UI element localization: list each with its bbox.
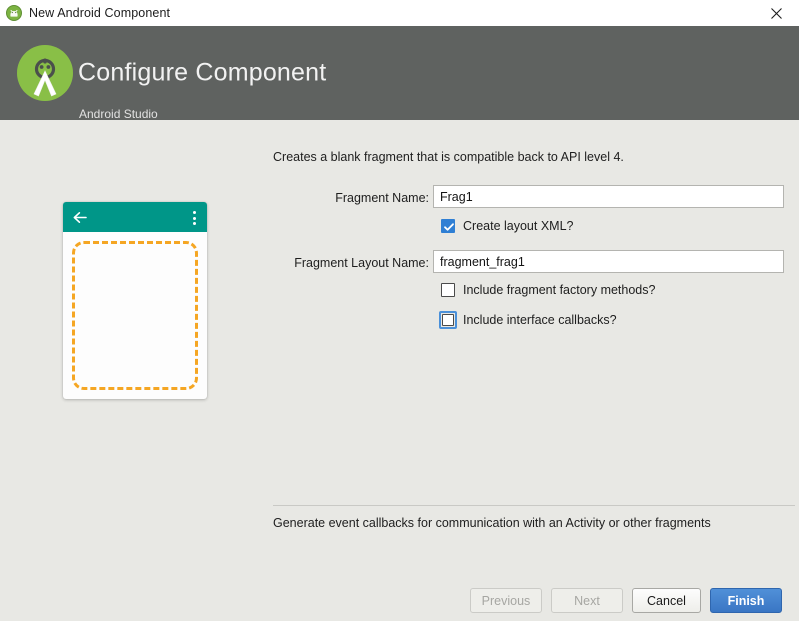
window-title: New Android Component <box>29 6 171 20</box>
close-button[interactable] <box>753 0 799 26</box>
include-factory-methods-label: Include fragment factory methods? <box>463 283 656 297</box>
window-title-bar: New Android Component <box>0 0 799 27</box>
android-studio-logo-icon <box>12 40 78 106</box>
include-interface-callbacks-checkbox-row[interactable]: Include interface callbacks? <box>439 311 617 329</box>
banner-subtitle: Android Studio <box>79 107 158 120</box>
wizard-header-banner: Configure Component Android Studio <box>0 26 799 120</box>
include-interface-callbacks-label: Include interface callbacks? <box>463 313 617 327</box>
fragment-layout-name-label: Fragment Layout Name: <box>294 256 429 270</box>
create-layout-xml-checkbox[interactable] <box>441 219 455 233</box>
overflow-menu-icon <box>193 211 197 225</box>
configuration-form: Creates a blank fragment that is compati… <box>273 120 795 570</box>
next-button[interactable]: Next <box>551 588 623 613</box>
fragment-name-input[interactable] <box>433 185 784 208</box>
close-icon <box>770 7 783 20</box>
create-layout-xml-checkbox-row[interactable]: Create layout XML? <box>441 217 573 235</box>
include-factory-methods-checkbox[interactable] <box>441 283 455 297</box>
banner-title: Configure Component <box>78 58 327 87</box>
include-factory-methods-checkbox-row[interactable]: Include fragment factory methods? <box>441 281 655 299</box>
android-icon <box>6 5 22 21</box>
previous-button[interactable]: Previous <box>470 588 542 613</box>
fragment-name-label: Fragment Name: <box>335 191 429 205</box>
checkbox-focus-ring <box>439 311 457 329</box>
include-interface-callbacks-checkbox[interactable] <box>442 314 454 326</box>
finish-button[interactable]: Finish <box>710 588 782 613</box>
cancel-button[interactable]: Cancel <box>632 588 701 613</box>
footer-separator <box>273 505 795 506</box>
dialog-button-bar: Previous Next Cancel Finish <box>0 570 799 621</box>
fragment-preview-thumbnail <box>63 202 207 399</box>
back-arrow-icon <box>72 209 89 226</box>
fragment-layout-name-input[interactable] <box>433 250 784 273</box>
create-layout-xml-label: Create layout XML? <box>463 219 574 233</box>
context-help-text: Generate event callbacks for communicati… <box>273 516 711 530</box>
dialog-body: Creates a blank fragment that is compati… <box>0 120 799 570</box>
form-description: Creates a blank fragment that is compati… <box>273 150 624 164</box>
preview-content-placeholder <box>72 241 198 390</box>
